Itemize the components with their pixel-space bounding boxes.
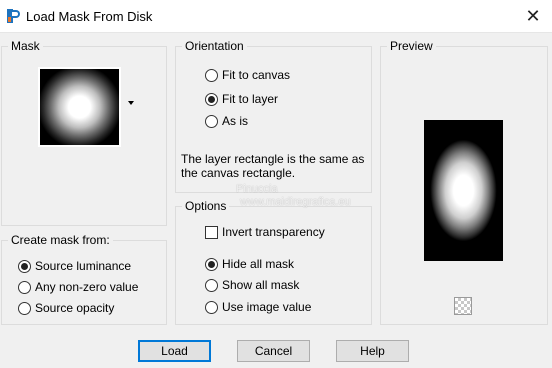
radio-use-image-value[interactable]: Use image value xyxy=(205,299,311,315)
radio-hide-all-mask[interactable]: Hide all mask xyxy=(205,256,294,272)
watermark: Pinuccia www.maidiregrafica.eu xyxy=(236,183,396,209)
watermark-line2: www.maidiregrafica.eu xyxy=(240,196,351,208)
radio-label: Show all mask xyxy=(222,278,300,292)
options-group-label: Options xyxy=(182,199,230,213)
checkbox-invert-transparency[interactable]: Invert transparency xyxy=(205,224,325,240)
cancel-button[interactable]: Cancel xyxy=(237,340,310,362)
radio-fit-to-canvas[interactable]: Fit to canvas xyxy=(205,67,290,83)
radio-label: Source luminance xyxy=(35,259,132,273)
radio-label: Source opacity xyxy=(35,301,115,315)
app-icon xyxy=(7,9,20,23)
watermark-line1: Pinuccia xyxy=(236,183,278,195)
radio-button[interactable] xyxy=(205,300,218,314)
radio-button[interactable] xyxy=(205,114,218,128)
orientation-info-text: The layer rectangle is the same as the c… xyxy=(181,152,365,180)
radio-label: Hide all mask xyxy=(222,257,295,271)
checkerboard-icon[interactable] xyxy=(454,297,472,315)
checkbox-label: Invert transparency xyxy=(222,225,325,239)
radio-button[interactable] xyxy=(205,68,218,82)
radio-any-non-zero[interactable]: Any non-zero value xyxy=(18,279,138,295)
checkbox[interactable] xyxy=(205,225,218,239)
radio-button[interactable] xyxy=(18,280,31,294)
radio-show-all-mask[interactable]: Show all mask xyxy=(205,277,299,293)
radio-source-luminance[interactable]: Source luminance xyxy=(18,258,131,274)
radio-label: Fit to canvas xyxy=(222,68,291,82)
radio-label: Use image value xyxy=(222,300,312,314)
preview-group-label: Preview xyxy=(387,39,436,53)
mask-thumbnail[interactable] xyxy=(38,67,121,147)
radio-button[interactable] xyxy=(18,301,31,315)
radio-source-opacity[interactable]: Source opacity xyxy=(18,300,114,316)
radio-button[interactable] xyxy=(205,92,218,106)
radio-as-is[interactable]: As is xyxy=(205,113,248,129)
radio-label: Fit to layer xyxy=(222,92,279,106)
mask-group-label: Mask xyxy=(8,39,43,53)
chevron-down-icon[interactable] xyxy=(128,101,134,105)
radio-label: As is xyxy=(222,114,249,128)
window-title: Load Mask From Disk xyxy=(26,9,153,24)
help-button[interactable]: Help xyxy=(336,340,409,362)
load-button[interactable]: Load xyxy=(138,340,211,362)
create-mask-group-label: Create mask from: xyxy=(8,233,113,247)
radio-button[interactable] xyxy=(205,278,218,292)
radio-button[interactable] xyxy=(18,259,31,273)
close-button[interactable]: ✕ xyxy=(522,5,544,27)
radio-label: Any non-zero value xyxy=(35,280,139,294)
title-bar: Load Mask From Disk ✕ xyxy=(0,0,552,33)
orientation-group-label: Orientation xyxy=(182,39,247,53)
preview-image xyxy=(424,120,503,261)
radio-button[interactable] xyxy=(205,257,218,271)
radio-fit-to-layer[interactable]: Fit to layer xyxy=(205,91,278,107)
